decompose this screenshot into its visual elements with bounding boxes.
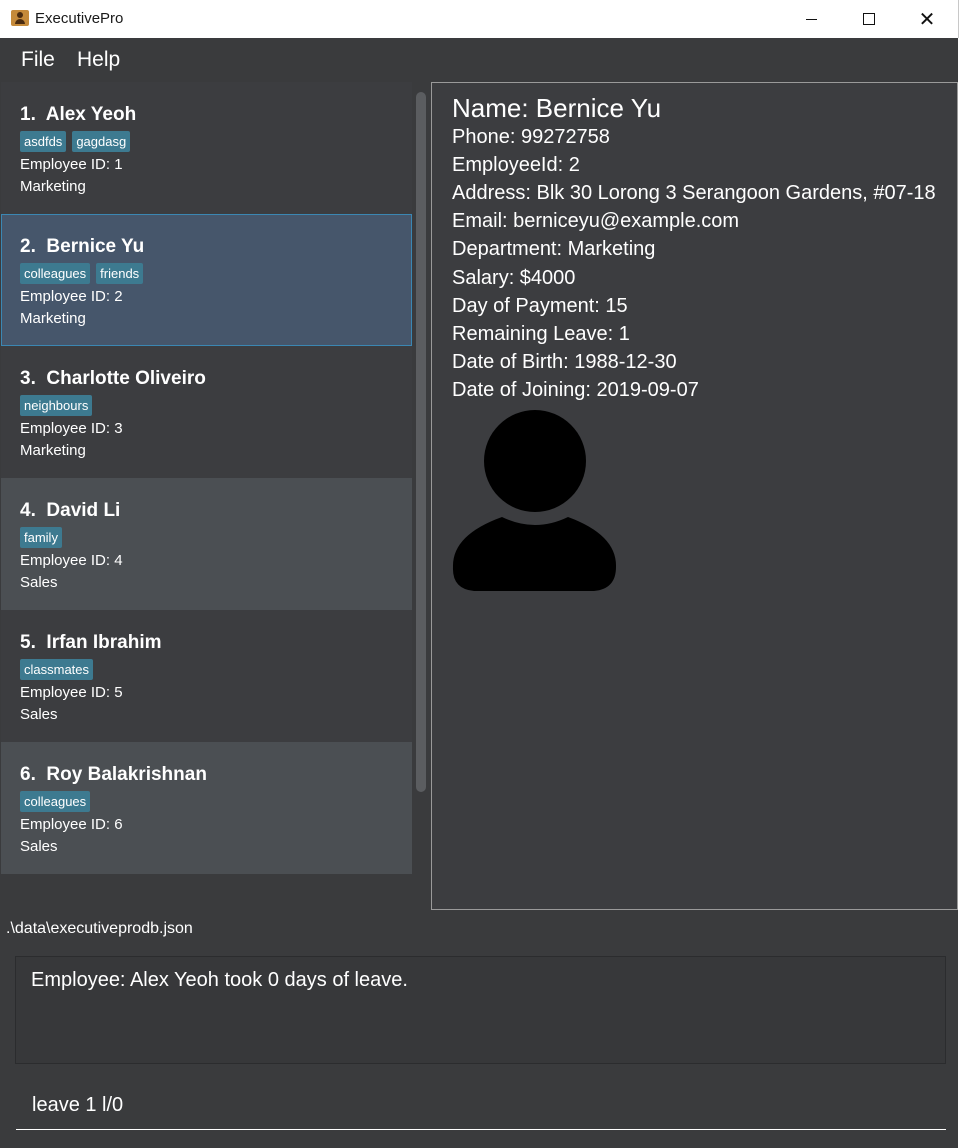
detail-day-of-payment: Day of Payment: 15 — [452, 295, 628, 317]
app-window: File Help 1. Alex Yeoh asdfds gagdasg Em… — [0, 38, 958, 1148]
detail-salary: Salary: $4000 — [452, 267, 576, 289]
employee-name: 3. Charlotte Oliveiro — [20, 368, 206, 389]
employee-name: 5. Irfan Ibrahim — [20, 632, 162, 653]
employee-detail-panel: Name: Bernice Yu Phone: 99272758 Employe… — [431, 82, 958, 910]
detail-phone: Phone: 99272758 — [452, 126, 610, 148]
tag-list: colleagues friends — [20, 263, 144, 284]
title-bar: ExecutivePro ✕ — [0, 0, 959, 38]
close-icon: ✕ — [918, 7, 936, 31]
tag-list: classmates — [20, 659, 94, 680]
result-message: Employee: Alex Yeoh took 0 days of leave… — [31, 969, 408, 991]
menu-file[interactable]: File — [21, 48, 55, 72]
employee-name: 2. Bernice Yu — [20, 236, 145, 257]
detail-name: Name: Bernice Yu — [452, 93, 662, 123]
tag: classmates — [20, 659, 94, 680]
detail-employee-id: EmployeeId: 2 — [452, 154, 580, 176]
status-bar: .\data\executiveprodb.json — [0, 910, 958, 948]
scrollbar-thumb[interactable] — [416, 92, 426, 792]
employee-id: Employee ID: 5 — [20, 684, 123, 701]
employee-department: Marketing — [20, 442, 86, 459]
employee-list: 1. Alex Yeoh asdfds gagdasg Employee ID:… — [0, 82, 430, 910]
tag: neighbours — [20, 395, 93, 416]
employee-department: Sales — [20, 838, 58, 855]
result-display-area: Employee: Alex Yeoh took 0 days of leave… — [0, 948, 958, 1072]
detail-address: Address: Blk 30 Lorong 3 Serangoon Garde… — [452, 182, 936, 204]
tag-list: colleagues — [20, 791, 91, 812]
employee-card[interactable]: 3. Charlotte Oliveiro neighbours Employe… — [1, 346, 412, 478]
employee-department: Marketing — [20, 178, 86, 195]
employee-card[interactable]: 6. Roy Balakrishnan colleagues Employee … — [1, 742, 412, 874]
employee-department: Sales — [20, 706, 58, 723]
tag-list: neighbours — [20, 395, 93, 416]
detail-date-of-birth: Date of Birth: 1988-12-30 — [452, 351, 677, 373]
minimize-icon — [805, 18, 817, 20]
tag: gagdasg — [72, 131, 131, 152]
minimize-button[interactable] — [782, 0, 840, 38]
employee-id: Employee ID: 3 — [20, 420, 123, 437]
employee-name: 4. David Li — [20, 500, 121, 521]
tag: colleagues — [20, 791, 91, 812]
employee-card[interactable]: 1. Alex Yeoh asdfds gagdasg Employee ID:… — [1, 82, 412, 214]
employee-card-selected[interactable]: 2. Bernice Yu colleagues friends Employe… — [1, 214, 412, 346]
tag-list: asdfds gagdasg — [20, 131, 131, 152]
employee-department: Sales — [20, 574, 58, 591]
employee-card[interactable]: 4. David Li family Employee ID: 4 Sales — [1, 478, 412, 610]
close-button[interactable]: ✕ — [898, 0, 956, 38]
employee-name: 1. Alex Yeoh — [20, 104, 137, 125]
window-edge — [959, 0, 968, 1148]
tag-list: family — [20, 527, 62, 548]
person-avatar-icon — [452, 410, 617, 591]
employee-name: 6. Roy Balakrishnan — [20, 764, 207, 785]
maximize-button[interactable] — [840, 0, 898, 38]
window-title: ExecutivePro — [35, 10, 124, 27]
detail-email: Email: berniceyu@example.com — [452, 210, 740, 232]
tag: friends — [96, 263, 144, 284]
detail-department: Department: Marketing — [452, 238, 656, 260]
app-icon — [11, 10, 29, 26]
list-scrollbar[interactable] — [414, 86, 428, 906]
detail-remaining-leave: Remaining Leave: 1 — [452, 323, 630, 345]
result-display[interactable]: Employee: Alex Yeoh took 0 days of leave… — [15, 956, 946, 1064]
command-input[interactable] — [16, 1082, 946, 1130]
detail-date-of-joining: Date of Joining: 2019-09-07 — [452, 379, 699, 401]
tag: colleagues — [20, 263, 91, 284]
employee-id: Employee ID: 6 — [20, 816, 123, 833]
employee-id: Employee ID: 1 — [20, 156, 123, 173]
employee-id: Employee ID: 2 — [20, 288, 123, 305]
maximize-icon — [863, 13, 875, 25]
employee-card[interactable]: 5. Irfan Ibrahim classmates Employee ID:… — [1, 610, 412, 742]
employee-id: Employee ID: 4 — [20, 552, 123, 569]
employee-department: Marketing — [20, 310, 86, 327]
data-file-path: .\data\executiveprodb.json — [6, 920, 193, 937]
menu-help[interactable]: Help — [77, 48, 120, 72]
tag: asdfds — [20, 131, 67, 152]
command-box-area — [0, 1072, 958, 1148]
tag: family — [20, 527, 62, 548]
menu-bar: File Help — [0, 38, 958, 82]
